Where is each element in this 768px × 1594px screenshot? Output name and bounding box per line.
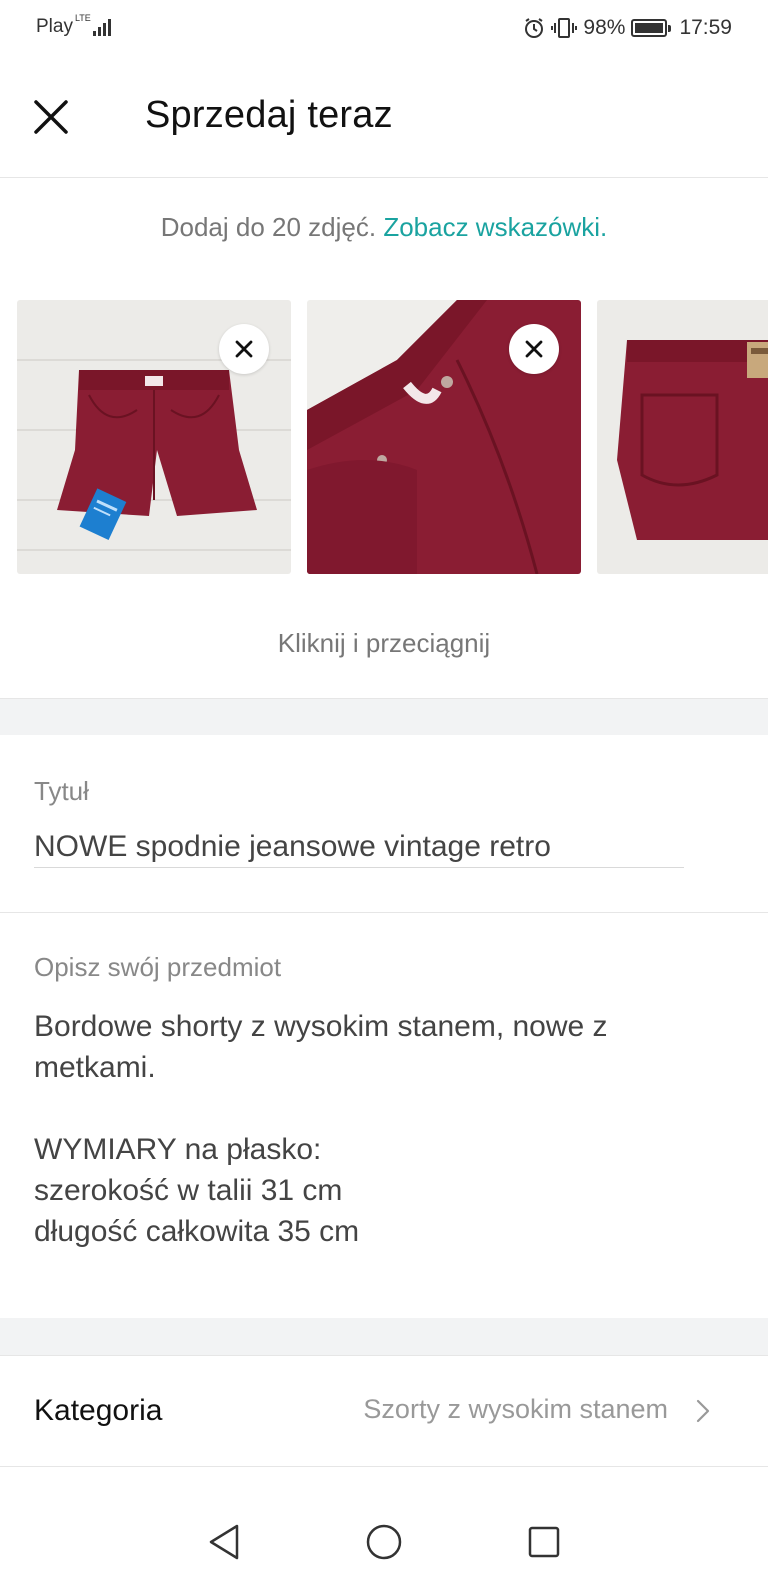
- back-triangle-icon: [209, 1524, 239, 1560]
- photo-hint-text: Dodaj do 20 zdjęć.: [160, 212, 384, 242]
- close-icon: [525, 340, 543, 358]
- close-icon: [235, 340, 253, 358]
- vibrate-icon: [551, 18, 578, 38]
- category-label: Kategoria: [34, 1394, 163, 1427]
- title-input-underline: [34, 867, 684, 868]
- section-band: [0, 1318, 768, 1355]
- title-label: Tytuł: [34, 776, 89, 806]
- tips-link[interactable]: Zobacz wskazówki.: [383, 212, 607, 242]
- photo-carousel[interactable]: [0, 300, 768, 575]
- remove-photo-button[interactable]: [219, 324, 269, 374]
- signal-icon: [92, 16, 111, 36]
- network-type: LTE: [74, 13, 91, 23]
- photo-back[interactable]: [597, 300, 768, 574]
- status-right: 98% 17:59: [523, 16, 732, 40]
- battery-percent: 98%: [583, 16, 626, 39]
- category-value: Szorty z wysokim stanem: [363, 1394, 668, 1424]
- description-input[interactable]: Bordowe shorty z wysokim stanem, nowe z …: [34, 1006, 734, 1252]
- carrier-info: Play LTE: [36, 13, 111, 38]
- page-title: Sprzedaj teraz: [145, 94, 393, 136]
- photo-detail[interactable]: [307, 300, 581, 574]
- nav-recents-button[interactable]: [520, 1518, 568, 1566]
- description-label: Opisz swój przedmiot: [34, 952, 282, 982]
- status-bar: Play LTE 98% 17:59: [0, 0, 768, 58]
- section-band: [0, 699, 768, 735]
- carrier-name: Play: [36, 16, 73, 37]
- close-icon: [34, 100, 68, 134]
- photo-front[interactable]: [17, 300, 291, 574]
- title-input[interactable]: NOWE spodnie jeansowe vintage retro: [34, 830, 551, 864]
- home-circle-icon: [366, 1524, 402, 1560]
- nav-home-button[interactable]: [360, 1518, 408, 1566]
- system-nav-bar: [0, 1490, 768, 1594]
- photo-hint: Dodaj do 20 zdjęć. Zobacz wskazówki.: [0, 212, 768, 243]
- close-button[interactable]: [28, 94, 74, 140]
- drag-hint: Kliknij i przeciągnij: [277, 628, 491, 658]
- nav-back-button[interactable]: [200, 1518, 248, 1566]
- category-row[interactable]: Kategoria Szorty z wysokim stanem: [0, 1355, 768, 1467]
- chevron-right-icon: [690, 1396, 716, 1426]
- shorts-back-image: [597, 300, 768, 574]
- remove-photo-button[interactable]: [509, 324, 559, 374]
- alarm-icon: [525, 18, 544, 38]
- clock: 17:59: [679, 16, 732, 39]
- battery-icon: [631, 19, 672, 37]
- divider: [0, 912, 768, 913]
- app-header: Sprzedaj teraz: [0, 58, 768, 178]
- recents-square-icon: [528, 1526, 560, 1558]
